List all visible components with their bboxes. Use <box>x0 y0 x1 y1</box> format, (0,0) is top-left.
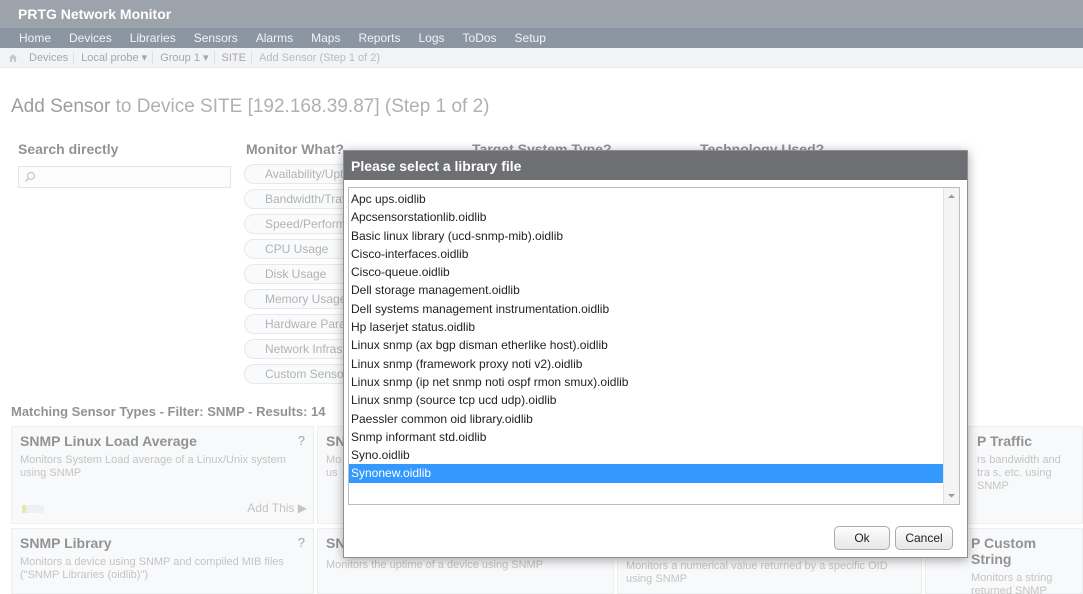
library-file-item[interactable]: Hp laserjet status.oidlib <box>349 318 945 336</box>
library-file-item[interactable]: Synonew.oidlib <box>349 464 945 483</box>
library-file-item[interactable]: Linux snmp (source tcp ucd udp).oidlib <box>349 391 945 409</box>
library-file-list[interactable]: Apc ups.oidlib Apcsensorstationlib.oidlib… <box>348 187 960 505</box>
library-file-item[interactable]: Linux snmp (ax bgp disman etherlike host… <box>349 336 945 354</box>
library-file-item[interactable]: Linux snmp (framework proxy noti v2).oid… <box>349 355 945 373</box>
library-file-item[interactable]: Cisco-interfaces.oidlib <box>349 245 945 263</box>
ok-button[interactable]: Ok <box>834 526 890 550</box>
library-file-item[interactable]: Dell storage management.oidlib <box>349 281 945 299</box>
library-file-item[interactable]: Paessler common oid library.oidlib <box>349 410 945 428</box>
library-file-item[interactable]: Linux snmp (ip net snmp noti ospf rmon s… <box>349 373 945 391</box>
library-file-item[interactable]: Cisco-queue.oidlib <box>349 263 945 281</box>
library-file-item[interactable]: Dell systems management instrumentation.… <box>349 300 945 318</box>
scroll-down-icon[interactable] <box>947 491 956 500</box>
cancel-button[interactable]: Cancel <box>895 526 953 550</box>
library-file-item[interactable]: Syno.oidlib <box>349 446 945 464</box>
library-file-item[interactable]: Apc ups.oidlib <box>349 190 945 208</box>
scroll-up-icon[interactable] <box>947 192 956 201</box>
scrollbar[interactable] <box>943 188 959 504</box>
library-file-item[interactable]: Apcsensorstationlib.oidlib <box>349 208 945 226</box>
library-file-item[interactable]: Basic linux library (ucd-snmp-mib).oidli… <box>349 227 945 245</box>
library-file-dialog: Please select a library file Apc ups.oid… <box>343 150 968 558</box>
library-file-item[interactable]: Snmp informant std.oidlib <box>349 428 945 446</box>
dialog-title: Please select a library file <box>344 151 967 180</box>
file-items: Apc ups.oidlib Apcsensorstationlib.oidlib… <box>349 190 945 483</box>
